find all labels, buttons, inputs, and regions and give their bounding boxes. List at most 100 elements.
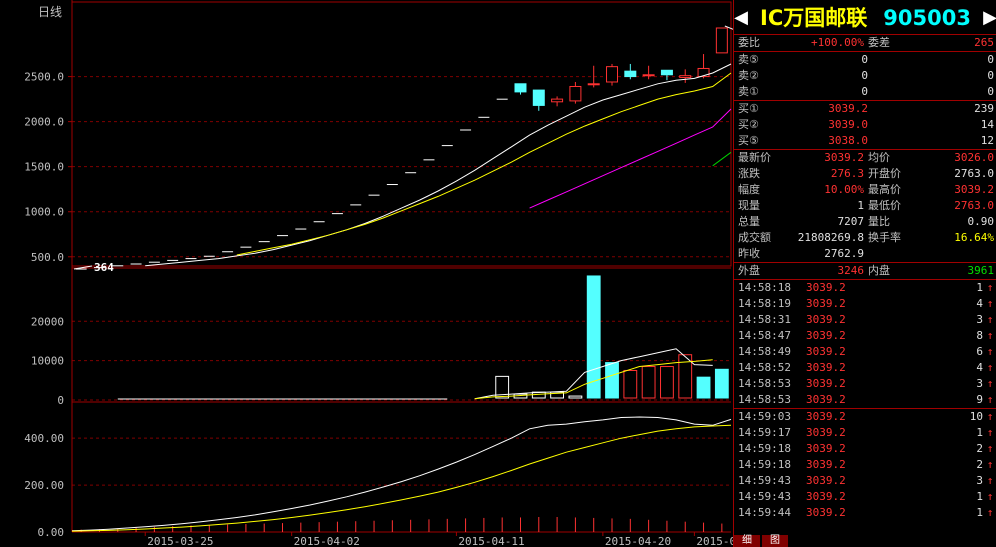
up-arrow-icon: ↑ [986, 377, 994, 390]
stat-row: 幅度 10.00% 最高价 3039.2 [734, 182, 996, 198]
tick-row: 14:59:18 3039.2 2 ↑ [734, 441, 996, 457]
sell-row: 卖② 0 0 [734, 68, 996, 84]
waipan-value: 3246 [837, 264, 865, 277]
tick-price: 3039.2 [806, 426, 846, 439]
tick-time: 14:58:53 [738, 393, 791, 406]
tick-volume: 4 [976, 297, 983, 310]
tab-chart[interactable]: 图 [762, 535, 788, 547]
tick-row: 14:58:31 3039.2 3 ↑ [734, 312, 996, 328]
quote-panel: ◀ IC万国邮联 905003 ▶ 委比 +100.00% 委差 265 卖⑤ 0 0… [733, 0, 996, 547]
waipan-label: 外盘 [738, 264, 760, 277]
stat-value: 2762.9 [824, 247, 864, 260]
tick-time: 14:59:18 [738, 442, 791, 455]
volume-bar [714, 368, 729, 399]
stock-name: IC万国邮联 [760, 6, 868, 30]
tick-time: 14:59:03 [738, 410, 791, 423]
stat-value: 3026.0 [954, 151, 994, 164]
date-label: 2015-04-11 [458, 535, 524, 547]
date-label: 2015-05-04 [696, 535, 733, 547]
stat-row: 涨跌 276.3 开盘价 2763.0 [734, 166, 996, 182]
volume-tick-label: 10000 [31, 355, 64, 368]
tick-volume: 1 [976, 426, 983, 439]
stat-label: 量比 [868, 215, 890, 228]
sell-price: 0 [861, 69, 868, 82]
tick-row: 14:59:43 3039.2 1 ↑ [734, 489, 996, 505]
candle-body [587, 83, 600, 86]
tick-price: 3039.2 [806, 377, 846, 390]
volume-bar [660, 366, 674, 399]
sell-volume: 0 [987, 69, 994, 82]
sell-row: 卖⑤ 0 0 [734, 52, 996, 68]
candle-body [642, 74, 655, 77]
date-label: 2015-04-20 [605, 535, 671, 547]
buy-label: 买① [738, 102, 759, 115]
volume-tick-label: 20000 [31, 315, 64, 328]
stat-label: 最低价 [868, 199, 901, 212]
stat-label: 换手率 [868, 231, 901, 244]
candle-body [514, 83, 527, 93]
stat-value: 0.90 [967, 215, 995, 228]
sell-price: 0 [861, 53, 868, 66]
tick-volume: 6 [976, 345, 983, 358]
sell-label: 卖② [738, 69, 759, 82]
tick-price: 3039.2 [806, 393, 846, 406]
tick-time: 14:59:43 [738, 490, 791, 503]
prev-stock-arrow-icon[interactable]: ◀ [734, 7, 748, 28]
sell-label: 卖⑤ [738, 53, 759, 66]
tick-price: 3039.2 [806, 490, 846, 503]
period-label: 日线 [38, 5, 62, 19]
buy-row: 买⑤ 3038.0 12 [734, 133, 996, 149]
tick-time: 14:58:19 [738, 297, 791, 310]
sell-price: 0 [861, 85, 868, 98]
stat-row: 现量 1 最低价 2763.0 [734, 198, 996, 214]
buy-row: 买① 3039.2 239 [734, 101, 996, 117]
buy-orders: 买① 3039.2 239 买② 3039.0 14 买⑤ 3038.0 12 [734, 101, 996, 150]
price-tick-label: 2000.0 [24, 116, 64, 129]
buy-label: 买⑤ [738, 134, 759, 147]
weicha-value: 265 [974, 36, 994, 49]
date-label: 2015-03-25 [147, 535, 213, 547]
tick-volume: 1 [976, 281, 983, 294]
stat-value: 2763.0 [954, 167, 994, 180]
volume-bar [568, 395, 583, 399]
tick-volume: 3 [976, 474, 983, 487]
neipan-value: 3961 [967, 264, 995, 277]
stat-value: 276.3 [830, 167, 864, 180]
up-arrow-icon: ↑ [986, 361, 994, 374]
tick-list[interactable]: 14:58:18 3039.2 1 ↑ 14:58:19 3039.2 4 ↑ 14:58:31… [734, 280, 996, 521]
stat-label: 均价 [868, 151, 890, 164]
stat-label: 幅度 [738, 183, 760, 196]
next-stock-arrow-icon[interactable]: ▶ [983, 7, 996, 28]
tab-detail[interactable]: 细 [734, 535, 760, 547]
panel-tabs: 细 图 [734, 535, 790, 547]
up-arrow-icon: ↑ [986, 442, 994, 455]
kline-chart[interactable]: 2500.0 2000.0 1500.0 1000.0 500.0 20000 10000 0… [0, 0, 733, 547]
sell-label: 卖① [738, 85, 759, 98]
price-tick-label: 2500.0 [24, 71, 64, 84]
buy-volume: 14 [980, 118, 994, 131]
tick-row: 14:59:18 3039.2 2 ↑ [734, 457, 996, 473]
stat-label: 开盘价 [868, 167, 901, 180]
up-arrow-icon: ↑ [986, 345, 994, 358]
stat-value: 10.00% [824, 183, 864, 196]
stat-value: 3039.2 [824, 151, 864, 164]
tick-price: 3039.2 [806, 442, 846, 455]
candle-body [624, 70, 637, 78]
tick-time: 14:59:43 [738, 474, 791, 487]
tick-volume: 2 [976, 458, 983, 471]
stat-value: 21808269.8 [797, 231, 864, 244]
volume-tick-label: 0 [57, 394, 64, 407]
up-arrow-icon: ↑ [986, 313, 994, 326]
weibi-row: 委比 +100.00% 委差 265 [734, 35, 996, 52]
tick-volume: 10 [969, 410, 983, 423]
buy-volume: 239 [974, 102, 994, 115]
date-label: 2015-04-02 [294, 535, 360, 547]
tick-time: 14:58:18 [738, 281, 791, 294]
first-price-label: 364 [94, 261, 114, 274]
up-arrow-icon: ↑ [986, 329, 994, 342]
stat-label: 最高价 [868, 183, 901, 196]
tick-price: 3039.2 [806, 281, 846, 294]
stat-label: 总量 [738, 215, 760, 228]
up-arrow-icon: ↑ [986, 426, 994, 439]
stat-value: 7207 [837, 215, 865, 228]
